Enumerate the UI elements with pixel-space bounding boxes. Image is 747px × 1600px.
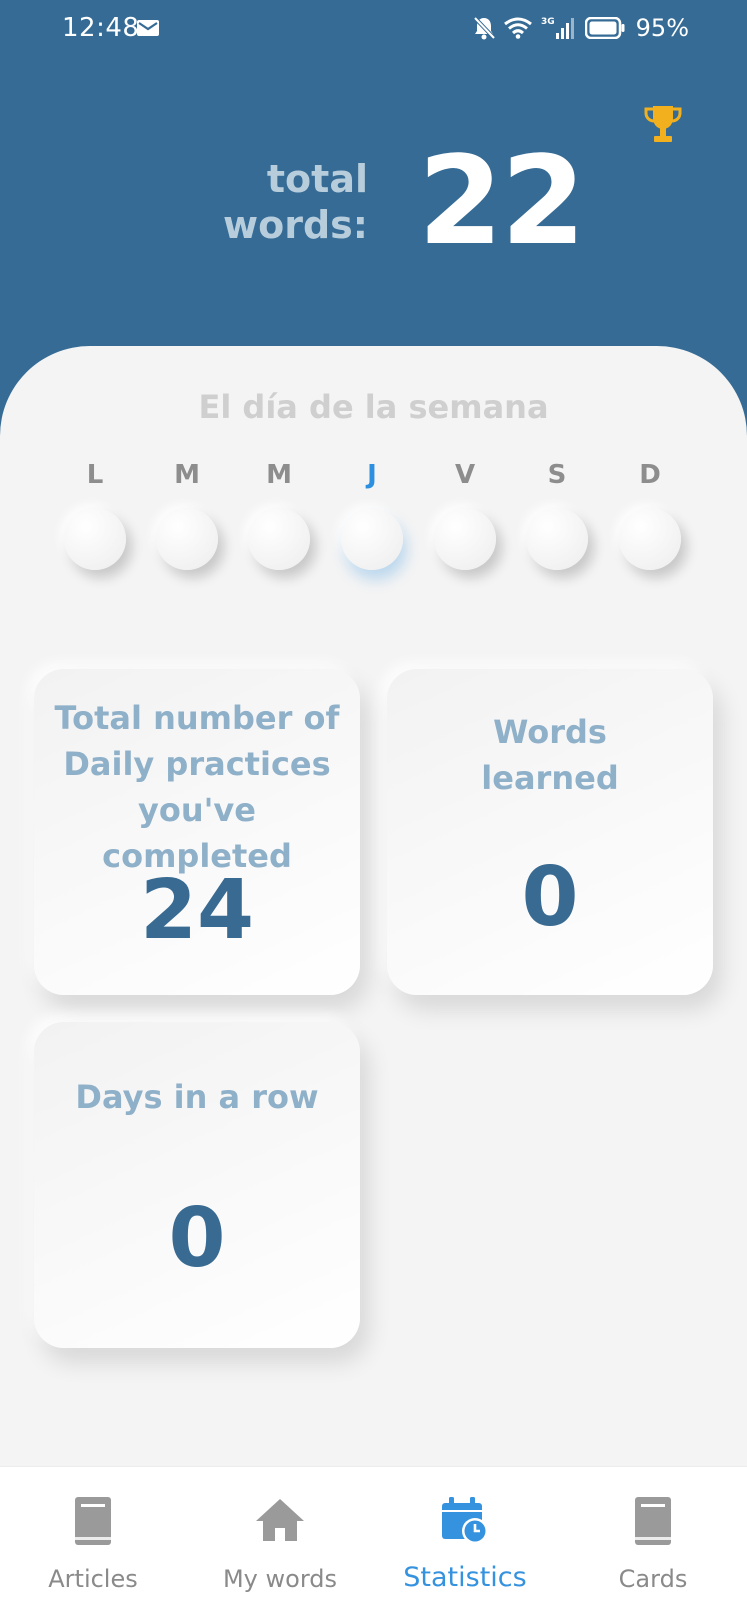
- nav-my-words-label: My words: [222, 1565, 338, 1593]
- days-in-row-value: 0: [168, 1191, 226, 1286]
- nav-statistics-label: Statistics: [403, 1562, 527, 1593]
- day-label-monday: L: [86, 460, 104, 490]
- bell-off-icon: [473, 16, 495, 40]
- day-label-sunday: D: [639, 460, 661, 490]
- daily-practices-value: 24: [139, 863, 255, 958]
- day-label-wednesday: M: [266, 460, 292, 490]
- nav-cards[interactable]: Cards: [590, 1467, 716, 1600]
- home-icon: [256, 1499, 304, 1541]
- days-in-row-title: Days in a row: [75, 1078, 319, 1116]
- days-in-row-card: Days in a row 0: [34, 1022, 360, 1348]
- words-learned-card: Words learned 0: [387, 669, 713, 995]
- day-indicator-sunday: [619, 508, 681, 570]
- battery-icon: [584, 17, 625, 39]
- nav-articles[interactable]: Articles: [30, 1467, 156, 1600]
- mail-icon: [137, 20, 159, 36]
- network-type: 3G: [541, 17, 555, 27]
- week-title: El día de la semana: [198, 388, 549, 426]
- wifi-icon: [504, 17, 532, 39]
- status-time: 12:48: [62, 13, 140, 43]
- status-bar: 12:48 3G 95%: [0, 0, 747, 60]
- statistics-sheet: El día de la semana L M M J V S D Total …: [0, 346, 747, 1466]
- trophy-icon[interactable]: [644, 104, 682, 144]
- signal-icon: [555, 18, 574, 39]
- day-indicator-thursday: [341, 508, 403, 570]
- day-indicator-monday: [64, 508, 126, 570]
- day-label-friday: V: [454, 460, 476, 490]
- total-words-value: 22: [418, 130, 586, 272]
- nav-articles-label: Articles: [48, 1565, 138, 1593]
- day-indicator-friday: [434, 508, 496, 570]
- total-words-label: total words:: [223, 157, 368, 247]
- nav-statistics[interactable]: Statistics: [398, 1467, 532, 1600]
- day-label-saturday: S: [547, 460, 567, 490]
- book-icon: [75, 1497, 111, 1545]
- day-label-thursday: J: [367, 460, 377, 490]
- daily-practices-title: Total number of Daily practices you've c…: [54, 699, 340, 875]
- battery-percentage: 95%: [635, 14, 689, 42]
- day-indicator-saturday: [526, 508, 588, 570]
- calendar-clock-icon: [442, 1497, 488, 1544]
- words-learned-value: 0: [521, 850, 579, 945]
- words-learned-title: Words learned: [481, 713, 619, 797]
- bottom-navigation: Articles My words Statistics Cards: [0, 1466, 747, 1600]
- daily-practices-card: Total number of Daily practices you've c…: [34, 669, 360, 995]
- status-icons: 3G 95%: [473, 14, 689, 42]
- day-indicator-wednesday: [248, 508, 310, 570]
- nav-cards-label: Cards: [618, 1565, 688, 1593]
- day-label-tuesday: M: [174, 460, 200, 490]
- day-indicator-tuesday: [156, 508, 218, 570]
- statistics-screen: 12:48 3G 95% total words: 22 El día de l…: [0, 0, 747, 1600]
- nav-my-words[interactable]: My words: [212, 1467, 348, 1600]
- book-icon: [635, 1497, 671, 1545]
